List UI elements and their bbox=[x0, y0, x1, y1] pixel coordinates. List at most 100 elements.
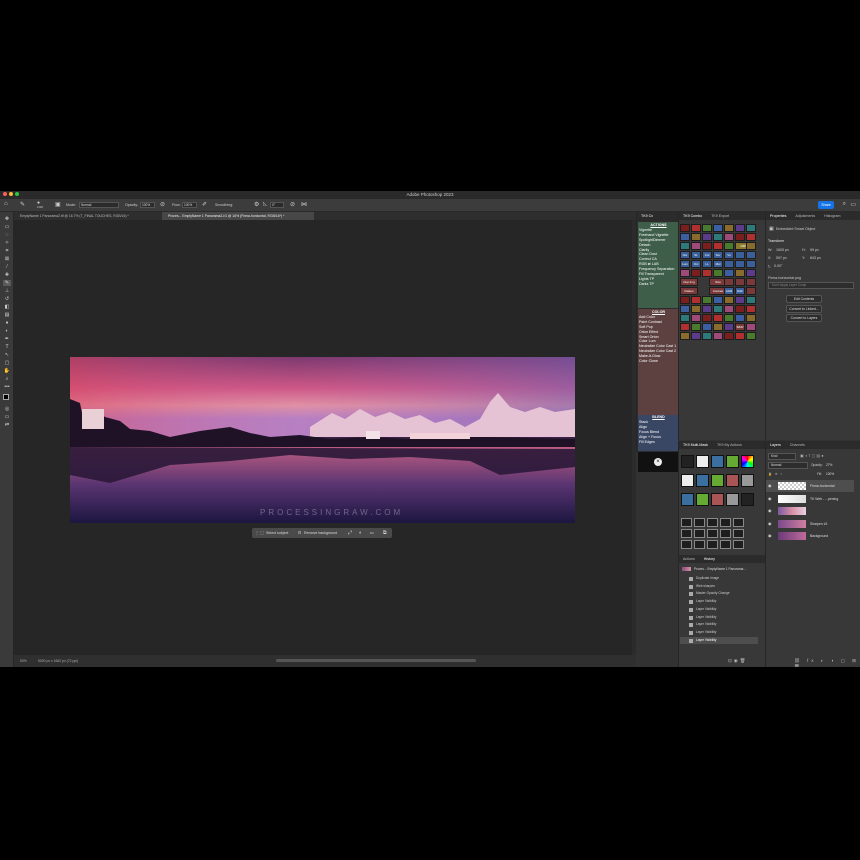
combo-button[interactable] bbox=[735, 314, 745, 322]
tab-history[interactable]: History bbox=[704, 557, 715, 561]
pressure-size-icon[interactable]: ⊘ bbox=[290, 201, 295, 208]
multimask-tool-button[interactable] bbox=[681, 518, 692, 527]
combo-button[interactable] bbox=[713, 314, 723, 322]
history-state[interactable]: Layer Visibility bbox=[680, 636, 758, 645]
history-state[interactable]: Layer Visibility bbox=[680, 629, 758, 637]
combo-button[interactable] bbox=[702, 305, 712, 313]
tk9-cx-tab[interactable]: TK9 Cx bbox=[637, 212, 678, 220]
combo-button[interactable]: Flatten bbox=[680, 287, 698, 295]
combo-button[interactable] bbox=[702, 314, 712, 322]
tab-channels[interactable]: Channels bbox=[790, 443, 805, 447]
multimask-tool-button[interactable] bbox=[694, 540, 705, 549]
combo-button[interactable]: Col bbox=[702, 251, 712, 259]
visibility-eye-icon[interactable]: ◉ bbox=[768, 530, 772, 542]
crop-tool-icon[interactable]: ⌗ bbox=[3, 248, 11, 254]
visibility-eye-icon[interactable]: ◉ bbox=[768, 493, 772, 505]
combo-button[interactable] bbox=[735, 278, 745, 286]
combo-button[interactable] bbox=[680, 233, 690, 241]
combo-button[interactable] bbox=[691, 323, 701, 331]
combo-button[interactable]: Sor bbox=[713, 251, 723, 259]
y-value[interactable]: 843 px bbox=[810, 256, 821, 260]
lock-icons[interactable]: 🔒 ✥ ⌗ bbox=[768, 472, 783, 476]
multimask-tool-button[interactable] bbox=[733, 540, 744, 549]
combo-button[interactable] bbox=[702, 242, 712, 250]
history-snapshot[interactable]: Proces... EmptyName 1 Panorama... bbox=[680, 565, 758, 573]
combo-button[interactable]: LL bbox=[702, 260, 712, 268]
combo-button[interactable] bbox=[691, 332, 701, 340]
combo-button[interactable] bbox=[713, 323, 723, 331]
history-state[interactable]: Layer Visibility bbox=[680, 621, 758, 629]
combo-button[interactable] bbox=[680, 269, 690, 277]
maximize-window-icon[interactable] bbox=[15, 192, 19, 196]
select-subject-button[interactable]: Select subject bbox=[266, 528, 288, 538]
layer-row[interactable]: ◉ Firma-horizontal bbox=[766, 480, 854, 492]
brush-tool-icon-active[interactable]: ✎ bbox=[3, 280, 11, 286]
combo-button[interactable] bbox=[691, 233, 701, 241]
multimask-button[interactable] bbox=[681, 474, 694, 487]
layer-row[interactable]: ◉ Background bbox=[766, 530, 854, 542]
combo-button[interactable] bbox=[746, 323, 756, 331]
combo-button[interactable] bbox=[724, 278, 734, 286]
screen-mode-icon[interactable]: ▭ bbox=[3, 414, 11, 420]
multimask-button[interactable] bbox=[711, 493, 724, 506]
layer-row[interactable]: ◉ bbox=[766, 505, 854, 517]
pen-tool-icon[interactable]: ✒ bbox=[3, 336, 11, 342]
multimask-button[interactable] bbox=[711, 474, 724, 487]
combo-button[interactable] bbox=[735, 260, 745, 268]
combo-button[interactable]: SL bbox=[691, 251, 701, 259]
multimask-tool-button[interactable] bbox=[720, 518, 731, 527]
healing-tool-icon[interactable]: ✚ bbox=[3, 272, 11, 278]
panorama-photo[interactable]: PROCESSINGRAW.COM bbox=[70, 357, 575, 523]
history-state[interactable]: Web sharpen bbox=[680, 583, 758, 591]
close-window-icon[interactable] bbox=[3, 192, 7, 196]
gradient-tool-icon[interactable]: ▤ bbox=[3, 312, 11, 318]
layers-footer-icons[interactable]: ⛓ fx ◐ ◑ ▢ ⊞ 🗑 bbox=[794, 658, 860, 667]
multimask-tool-button[interactable] bbox=[733, 529, 744, 538]
minimize-window-icon[interactable] bbox=[9, 192, 13, 196]
combo-button[interactable] bbox=[735, 332, 745, 340]
multimask-tool-button[interactable] bbox=[681, 540, 692, 549]
history-state[interactable]: Layer Visibility bbox=[680, 606, 758, 614]
brush-tool-icon[interactable]: ✎ bbox=[20, 201, 25, 208]
combo-button[interactable] bbox=[735, 224, 745, 232]
combo-button[interactable] bbox=[702, 269, 712, 277]
combo-button[interactable] bbox=[735, 296, 745, 304]
multimask-button[interactable] bbox=[726, 493, 739, 506]
visibility-eye-icon[interactable]: ◉ bbox=[768, 518, 772, 530]
combo-button[interactable] bbox=[691, 305, 701, 313]
more-tools-icon[interactable]: ••• bbox=[3, 384, 11, 390]
adjustment-icon[interactable]: ◐ bbox=[359, 528, 362, 538]
eraser-tool-icon[interactable]: ◧ bbox=[3, 304, 11, 310]
multimask-button[interactable] bbox=[711, 455, 724, 468]
symmetry-icon[interactable]: ⋈ bbox=[301, 201, 307, 208]
multimask-button[interactable] bbox=[681, 455, 694, 468]
blur-tool-icon[interactable]: ♦ bbox=[3, 320, 11, 326]
combo-button[interactable] bbox=[702, 224, 712, 232]
tab-tk9-export[interactable]: TK9 Export bbox=[711, 214, 729, 218]
tab-tk9-multimask[interactable]: TK9 Multi-Mask bbox=[683, 443, 708, 447]
combo-button[interactable] bbox=[746, 242, 756, 250]
foreground-color-swatch[interactable] bbox=[3, 394, 9, 400]
combo-button[interactable] bbox=[691, 224, 701, 232]
combo-button[interactable] bbox=[691, 269, 701, 277]
multimask-button[interactable] bbox=[726, 455, 739, 468]
shape-tool-icon[interactable]: ▢ bbox=[3, 360, 11, 366]
clone-stamp-tool-icon[interactable]: ⊥ bbox=[3, 288, 11, 294]
lasso-tool-icon[interactable]: ◌ bbox=[3, 232, 11, 238]
multimask-tool-button[interactable] bbox=[707, 518, 718, 527]
combo-button[interactable] bbox=[713, 296, 723, 304]
tab-tk9-combo[interactable]: TK9 Combo bbox=[683, 214, 702, 218]
combo-button[interactable] bbox=[680, 323, 690, 331]
multimask-button[interactable] bbox=[741, 474, 754, 487]
quick-select-tool-icon[interactable]: ✧ bbox=[3, 240, 11, 246]
multimask-button[interactable] bbox=[696, 493, 709, 506]
combo-button[interactable]: Vs bbox=[724, 251, 734, 259]
multimask-button[interactable] bbox=[726, 474, 739, 487]
layer-opacity-value[interactable]: 27% bbox=[826, 463, 832, 467]
dodge-tool-icon[interactable]: ◐ bbox=[3, 328, 11, 334]
workspace-icon[interactable]: ▭ bbox=[850, 201, 856, 208]
combo-button[interactable]: Lum bbox=[680, 260, 690, 268]
edit-toolbar-icon[interactable]: ⇄ bbox=[3, 422, 11, 428]
tab-actions[interactable]: Actions bbox=[683, 557, 695, 561]
combo-button[interactable] bbox=[746, 224, 756, 232]
